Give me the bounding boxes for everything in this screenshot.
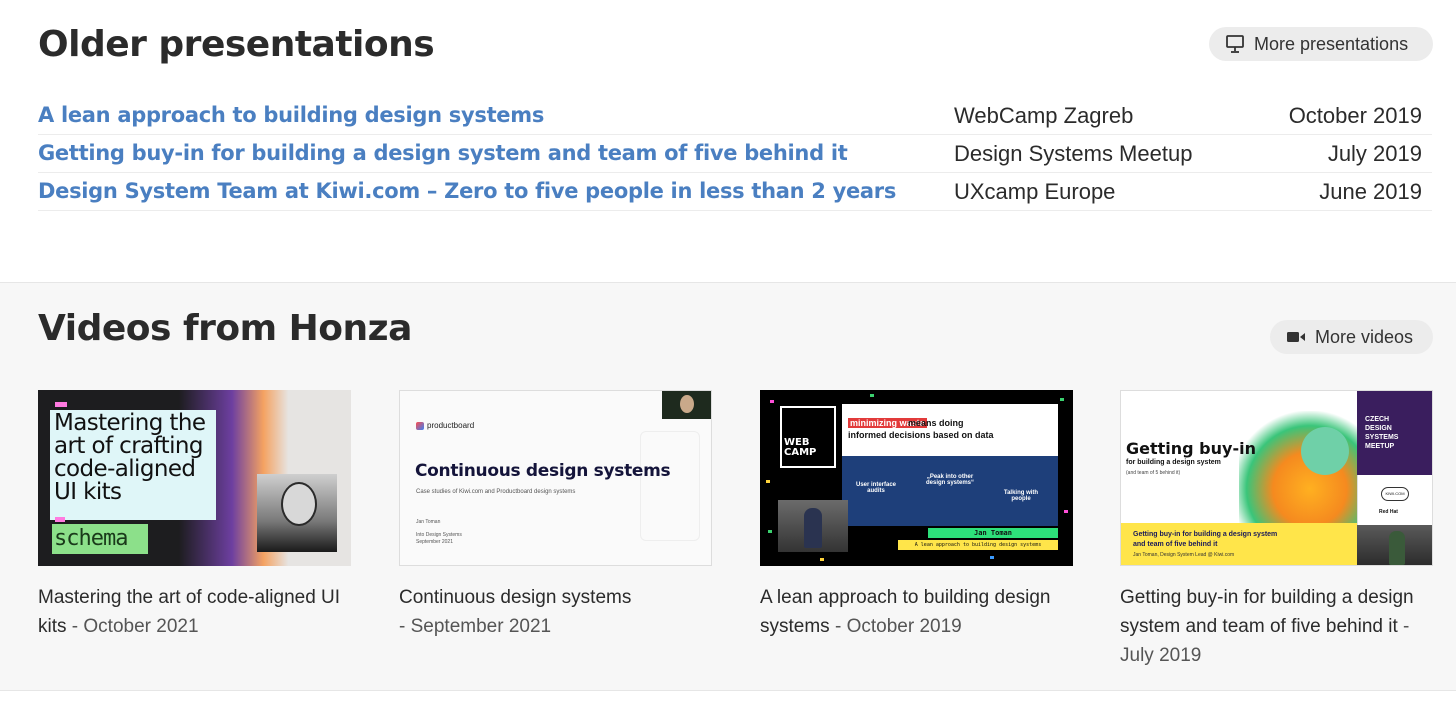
confetti	[1064, 510, 1068, 513]
video-camera-icon	[1287, 332, 1305, 342]
webcamp-logo-text: WEB CAMP	[784, 437, 817, 458]
planet-illustration	[1301, 427, 1349, 475]
productboard-logo: productboard	[416, 421, 474, 430]
speaker-figure	[804, 508, 822, 548]
thumb-meta: Jan Toman Into Design Systems September …	[416, 519, 462, 545]
thumb-subtitle: Case studies of Kiwi.com and Productboar…	[416, 489, 576, 495]
older-presentations-section: Older presentations More presentations A…	[0, 0, 1456, 283]
video-date: - October 2021	[71, 616, 199, 637]
talk-title-banner: A lean approach to building design syste…	[898, 540, 1058, 550]
banner-text: and team of five behind it	[1133, 541, 1218, 548]
more-presentations-button[interactable]: More presentations	[1209, 27, 1433, 61]
confetti	[820, 558, 824, 561]
video-title[interactable]: Getting buy-in for building a design sys…	[1120, 587, 1414, 637]
speaker-figure	[1389, 531, 1405, 565]
slide-box-text: User interface audits	[855, 482, 897, 494]
video-date: - October 2019	[834, 616, 962, 637]
video-thumbnail[interactable]: Mastering the art of crafting code-align…	[38, 390, 351, 566]
presentation-link[interactable]: Design System Team at Kiwi.com – Zero to…	[38, 179, 896, 203]
video-title[interactable]: Continuous design systems	[399, 587, 631, 608]
thumb-title: Continuous design systems	[415, 461, 671, 481]
banner-text: Getting buy-in for building a design sys…	[1133, 531, 1278, 538]
slide-box-text: „Peak into other design systems“	[925, 474, 975, 486]
table-row: Getting buy-in for building a design sys…	[38, 135, 1432, 173]
confetti	[766, 480, 770, 483]
presentation-icon	[1226, 35, 1244, 53]
slide-text: means doing	[908, 418, 964, 428]
video-date: - September 2021	[399, 616, 552, 637]
confetti	[870, 394, 874, 397]
thumb-subtitle-2: (and team of 5 behind it)	[1126, 470, 1181, 476]
presentation-event: WebCamp Zagreb	[954, 103, 1134, 128]
presentation-date: June 2019	[1319, 179, 1422, 204]
video-caption: Continuous design systems - September 20…	[399, 583, 712, 641]
presentation-event: UXcamp Europe	[954, 179, 1116, 204]
video-card[interactable]: WEB CAMP minimizing waste means doing in…	[760, 390, 1073, 641]
video-card[interactable]: Mastering the art of crafting code-align…	[38, 390, 351, 641]
speaker-head	[680, 395, 694, 413]
confetti	[768, 530, 772, 533]
speaker-name-banner: Jan Toman	[928, 528, 1058, 538]
video-card[interactable]: productboard Continuous design systems C…	[399, 390, 712, 641]
video-caption: Getting buy-in for building a design sys…	[1120, 583, 1433, 670]
older-presentations-heading: Older presentations	[38, 24, 435, 65]
slide-box-text: Talking with people	[1003, 490, 1039, 502]
presentations-list: A lean approach to building design syste…	[38, 97, 1432, 211]
thumb-subtitle: for building a design system	[1126, 459, 1221, 466]
confetti	[990, 556, 994, 559]
speaker-head	[281, 482, 317, 526]
more-presentations-label: More presentations	[1254, 33, 1409, 54]
thumb-title-text: Mastering the art of crafting code-align…	[54, 410, 206, 505]
confetti	[1060, 398, 1064, 401]
table-row: A lean approach to building design syste…	[38, 97, 1432, 135]
slide-text: informed decisions based on data	[848, 430, 994, 440]
thumb-title: Getting buy-in	[1126, 439, 1256, 458]
thumb-decoration	[55, 517, 65, 522]
presentation-date: July 2019	[1327, 141, 1422, 166]
page-footer-area	[0, 691, 1456, 719]
videos-heading: Videos from Honza	[38, 308, 412, 349]
banner-speaker: Jan Toman, Design System Lead @ Kiwi.com	[1133, 552, 1235, 558]
video-thumbnail[interactable]: productboard Continuous design systems C…	[399, 390, 712, 566]
more-videos-label: More videos	[1315, 326, 1414, 347]
productboard-logo-icon	[416, 421, 424, 430]
video-thumbnail[interactable]: Getting buy-in for building a design sys…	[1120, 390, 1433, 566]
rocket-illustration	[1239, 411, 1357, 541]
kiwi-logo: KIWI.COM	[1381, 487, 1409, 501]
meetup-logo-text: CZECH DESIGN SYSTEMS MEETUP	[1365, 416, 1399, 450]
video-caption: A lean approach to building design syste…	[760, 583, 1073, 641]
video-thumbnail[interactable]: WEB CAMP minimizing waste means doing in…	[760, 390, 1073, 566]
thumb-badge-text: schema	[54, 526, 128, 551]
confetti	[770, 400, 774, 403]
presentation-date: October 2019	[1288, 103, 1422, 128]
table-row: Design System Team at Kiwi.com – Zero to…	[38, 173, 1432, 211]
thumb-decoration	[55, 402, 67, 407]
presentation-link[interactable]: Getting buy-in for building a design sys…	[38, 141, 848, 165]
presentation-event: Design Systems Meetup	[954, 141, 1193, 166]
more-videos-button[interactable]: More videos	[1270, 320, 1433, 354]
presentation-link[interactable]: A lean approach to building design syste…	[38, 103, 544, 127]
videos-section: Videos from Honza More videos Mastering …	[0, 283, 1456, 691]
redhat-logo: Red Hat	[1379, 509, 1398, 515]
thumb-decoration	[640, 431, 700, 541]
video-caption: Mastering the art of code-aligned UI kit…	[38, 583, 351, 641]
video-card[interactable]: Getting buy-in for building a design sys…	[1120, 390, 1433, 670]
